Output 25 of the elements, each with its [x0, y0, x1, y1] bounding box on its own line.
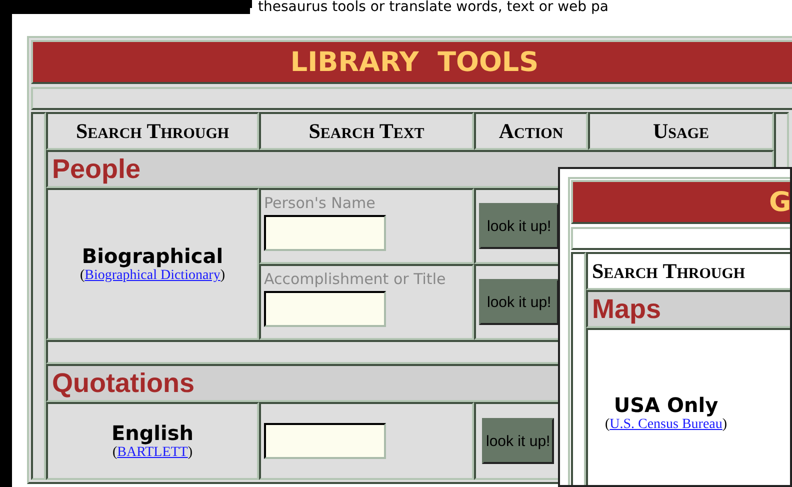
column-header: Search Through	[586, 252, 790, 290]
source-link[interactable]: BARTLETT	[117, 445, 188, 460]
look-up-button[interactable]: look it up!	[482, 418, 554, 464]
source-note: (BARTLETT)	[112, 445, 193, 461]
field-label: Accomplishment or Title	[264, 270, 447, 288]
window-title: G	[571, 180, 790, 224]
section-heading: Maps	[586, 290, 790, 328]
search-field[interactable]	[264, 423, 386, 459]
page-title: LIBRARY TOOLS	[31, 40, 792, 84]
column-header: Usage	[588, 112, 774, 150]
field-label: Person's Name	[264, 194, 376, 212]
category-title: Biographical	[82, 244, 224, 268]
search-field[interactable]	[264, 215, 386, 251]
source-note: (Biographical Dictionary)	[80, 268, 226, 284]
source-note: (U.S. Census Bureau)	[604, 417, 728, 433]
source-link[interactable]: U.S. Census Bureau	[610, 417, 722, 432]
search-field[interactable]	[264, 291, 386, 327]
source-link[interactable]: Biographical Dictionary	[84, 268, 220, 283]
category-title: English	[111, 421, 194, 445]
page-text: thesaurus tools or translate words, text or web pa	[258, 0, 608, 14]
column-header: Action	[474, 112, 588, 150]
column-header: Search Through	[46, 112, 259, 150]
look-up-button[interactable]: look it up!	[479, 279, 560, 325]
column-header: Search Text	[259, 112, 474, 150]
look-up-button[interactable]: look it up!	[479, 203, 560, 249]
